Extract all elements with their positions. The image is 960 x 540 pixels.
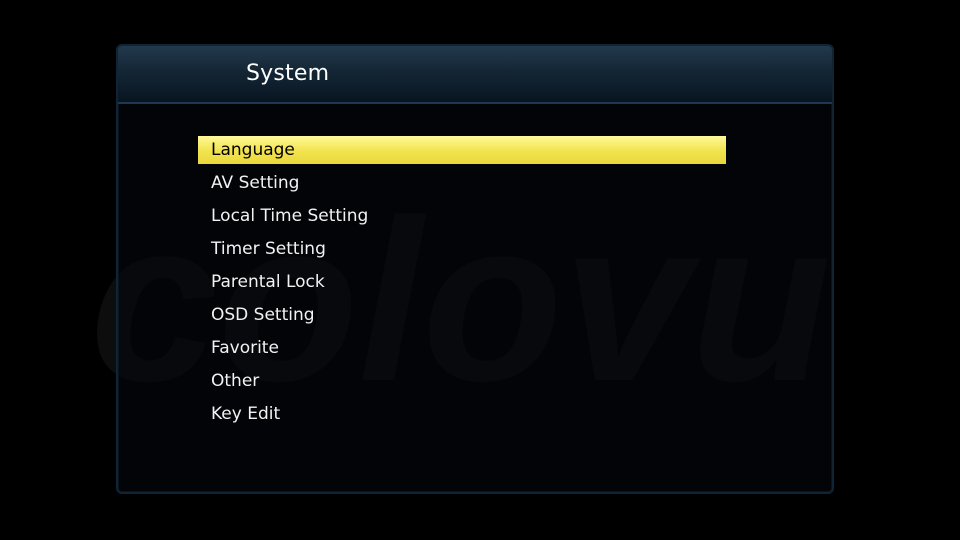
menu-item-osd-setting[interactable]: OSD Setting — [198, 301, 726, 329]
tv-screen: colovu System Language AV Setting Local … — [0, 0, 960, 540]
settings-menu: Language AV Setting Local Time Setting T… — [198, 136, 726, 433]
menu-item-language[interactable]: Language — [198, 136, 726, 164]
page-title: System — [246, 61, 330, 86]
panel-header: System — [118, 46, 832, 104]
menu-item-favorite[interactable]: Favorite — [198, 334, 726, 362]
menu-item-other[interactable]: Other — [198, 367, 726, 395]
system-menu-panel: System Language AV Setting Local Time Se… — [116, 44, 834, 494]
menu-item-timer-setting[interactable]: Timer Setting — [198, 235, 726, 263]
menu-item-parental-lock[interactable]: Parental Lock — [198, 268, 726, 296]
menu-item-av-setting[interactable]: AV Setting — [198, 169, 726, 197]
menu-item-key-edit[interactable]: Key Edit — [198, 400, 726, 428]
menu-item-local-time-setting[interactable]: Local Time Setting — [198, 202, 726, 230]
